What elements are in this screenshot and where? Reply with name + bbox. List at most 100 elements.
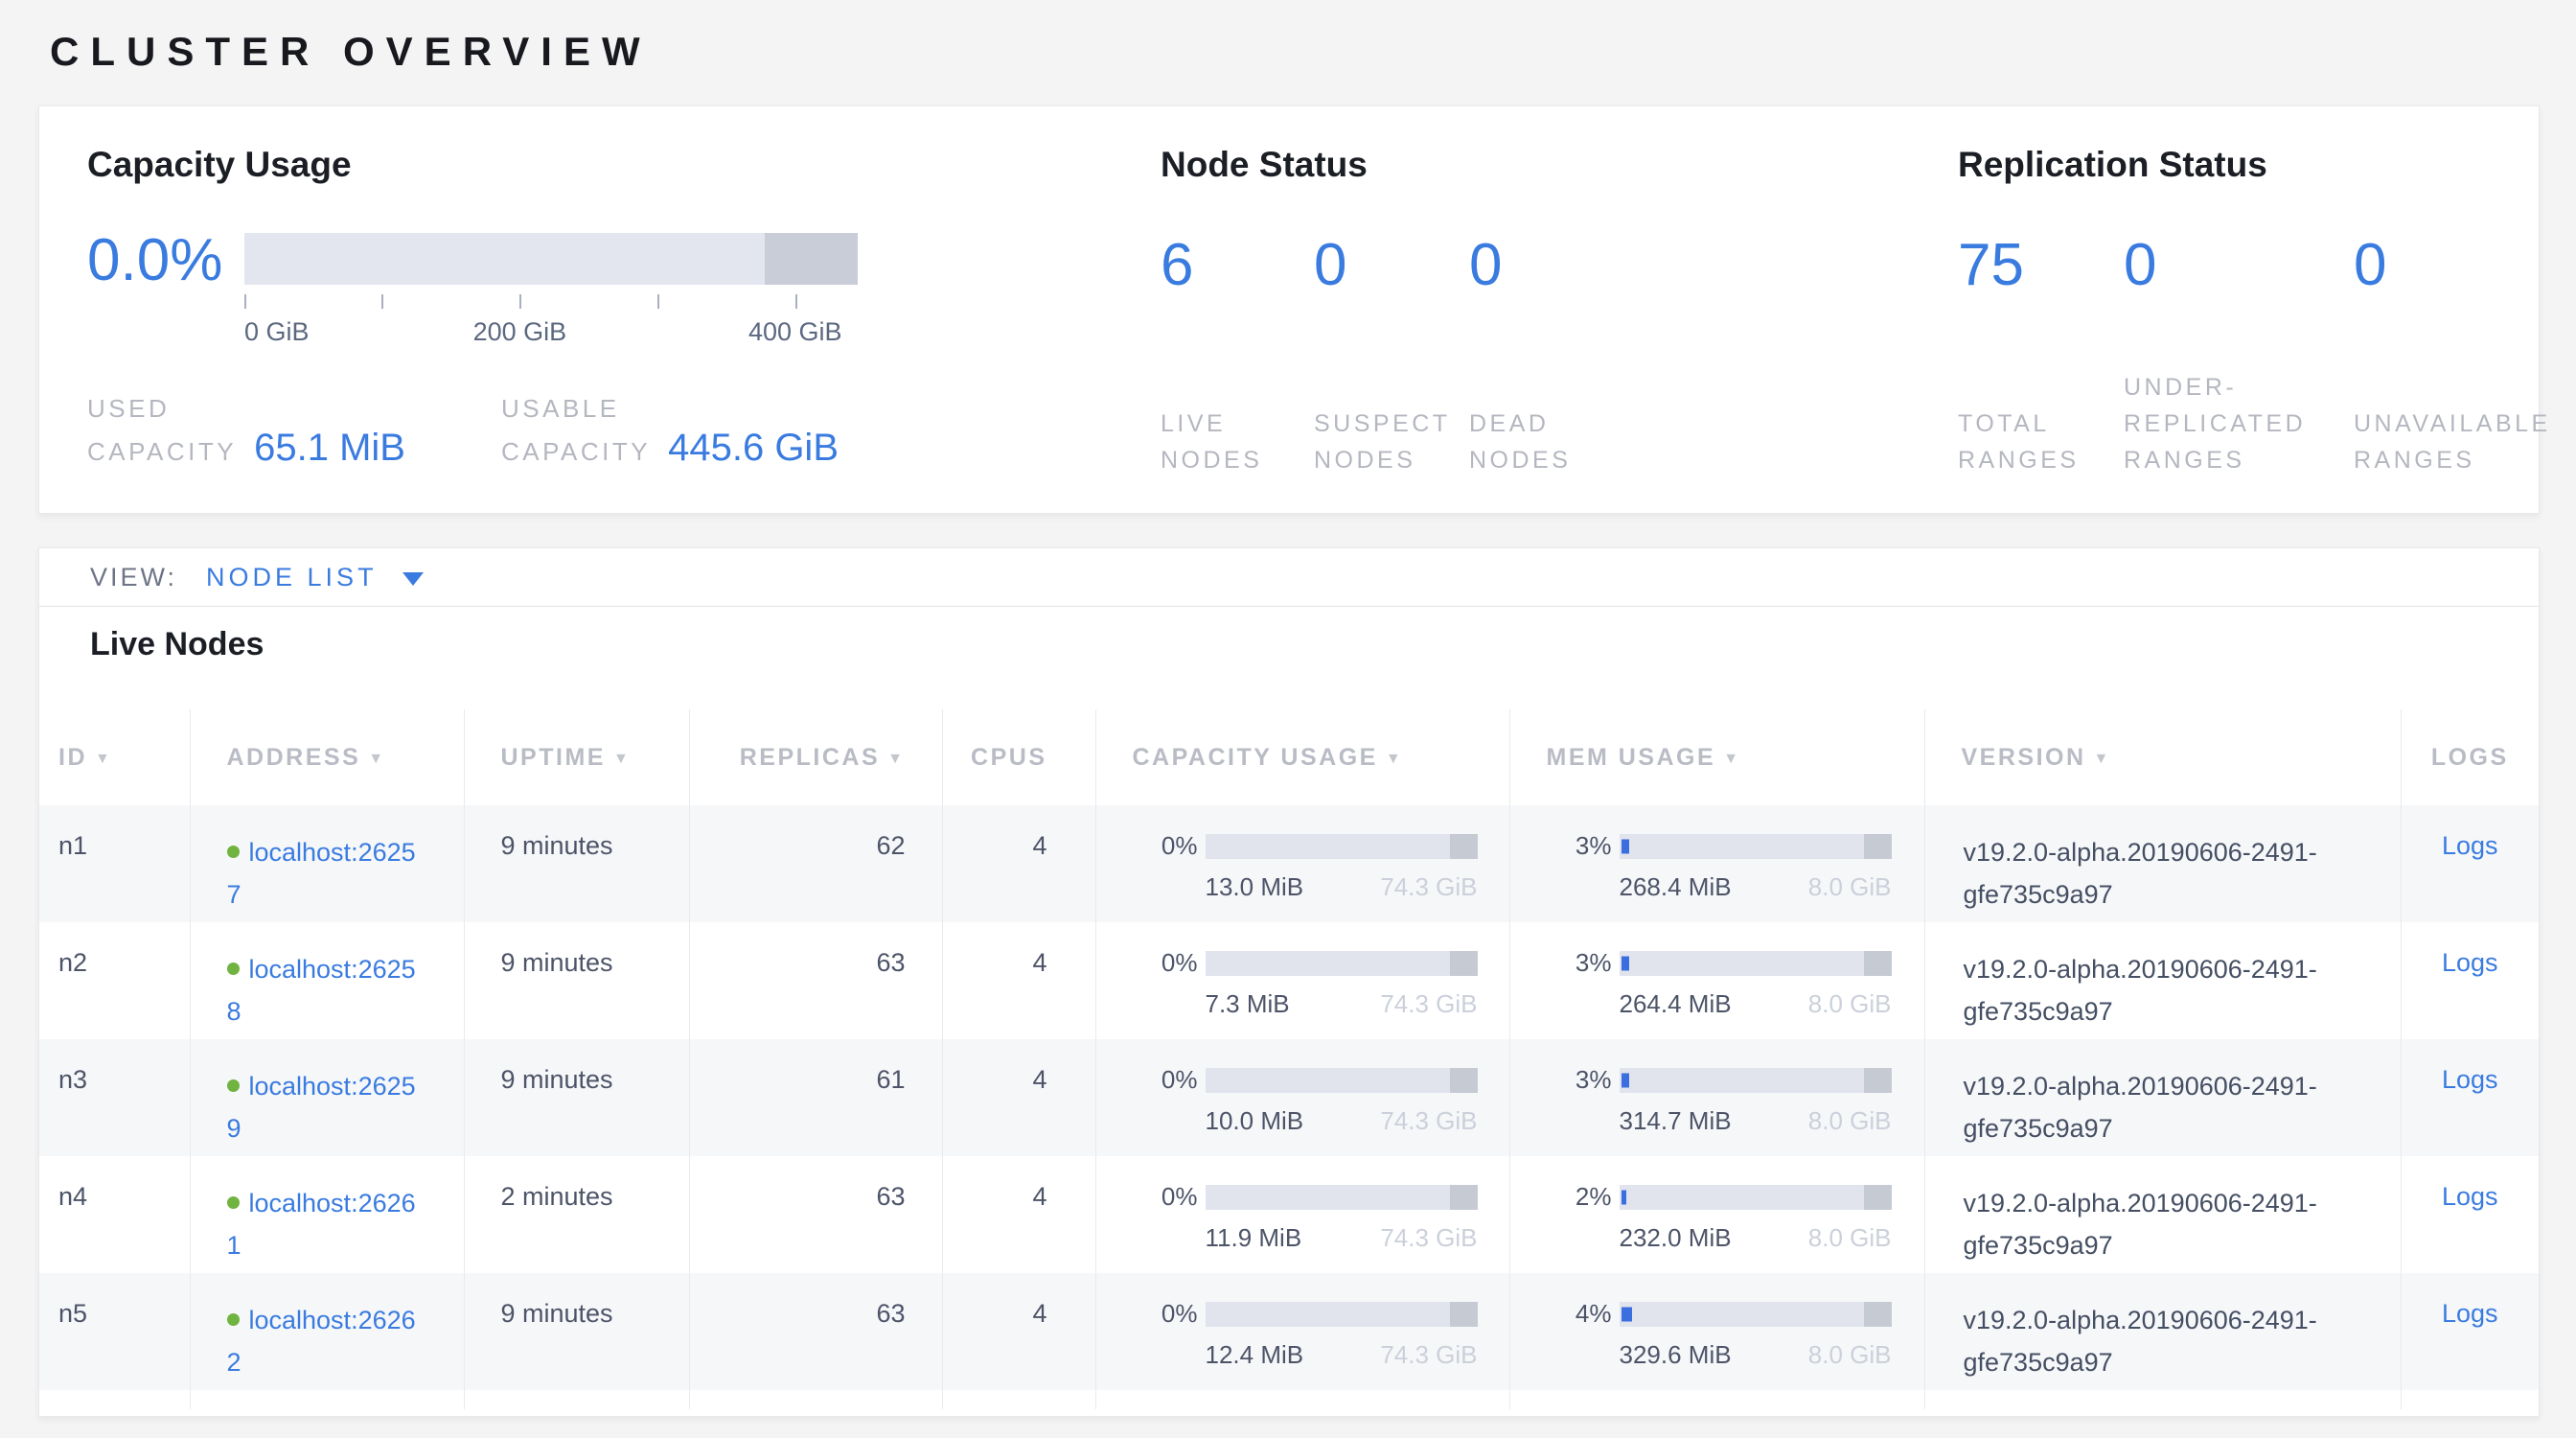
node-capacity-usage-cell: 0% 12.4 MiB 74.3 GiB — [1095, 1273, 1509, 1390]
sort-arrow-icon: ▼ — [2094, 751, 2111, 767]
column-header-replicas[interactable]: REPLICAS▼ — [689, 709, 942, 805]
capacity-bar-reserved-segment — [1450, 1068, 1477, 1093]
node-capacity-usage-cell: 0% 11.9 MiB 74.3 GiB — [1095, 1156, 1509, 1273]
live-nodes-title: Live Nodes — [90, 626, 2539, 663]
node-cpus-cell: 4 — [942, 1156, 1095, 1273]
usable-capacity-label-line1: USABLE — [501, 390, 915, 427]
capacity-total-value: 74.3 GiB — [1380, 1223, 1477, 1253]
capacity-usage-bar — [1206, 834, 1478, 859]
capacity-total-value: 74.3 GiB — [1380, 989, 1477, 1019]
mem-used-value: 314.7 MiB — [1620, 1106, 1732, 1136]
total-ranges-stat: 75 TOTAL RANGES — [1958, 235, 2124, 478]
usable-capacity-value: 445.6 GiB — [668, 427, 839, 470]
capacity-usage-bar — [1206, 1068, 1478, 1093]
node-uptime-cell: 9 minutes — [464, 922, 689, 1039]
capacity-bar-track — [244, 233, 858, 285]
logs-link[interactable]: Logs — [2442, 1065, 2498, 1094]
node-mem-usage-cell: 3% 264.4 MiB 8.0 GiB — [1509, 922, 1924, 1039]
summary-card: Capacity Usage 0.0% 0 GiB 200 GiB 400 Gi… — [38, 105, 2540, 514]
capacity-usage-bar — [1206, 951, 1478, 976]
replication-status-section: Replication Status 75 TOTAL RANGES 0 UND… — [1958, 145, 2555, 513]
node-logs-cell: Logs — [2401, 922, 2539, 1039]
used-capacity-label-line2: CAPACITY — [87, 430, 237, 473]
node-address-link[interactable]: localhost:26257 — [227, 831, 419, 916]
axis-label-0gib: 0 GiB — [244, 317, 310, 347]
node-logs-cell: Logs — [2401, 805, 2539, 922]
suspect-nodes-count: 0 — [1314, 235, 1469, 296]
mem-used-value: 268.4 MiB — [1620, 872, 1732, 902]
mem-used-value: 232.0 MiB — [1620, 1223, 1732, 1253]
node-id-cell: n1 — [39, 805, 190, 922]
used-capacity-value: 65.1 MiB — [254, 427, 405, 470]
node-replicas-cell: 63 — [689, 1156, 942, 1273]
node-address-cell: localhost:26257 — [190, 805, 464, 922]
logs-link[interactable]: Logs — [2442, 831, 2498, 860]
node-id-cell: n5 — [39, 1273, 190, 1390]
node-address-cell: localhost:26259 — [190, 1039, 464, 1156]
node-logs-cell: Logs — [2401, 1156, 2539, 1273]
capacity-bar-chart: 0 GiB 200 GiB 400 GiB — [244, 233, 858, 348]
under-replicated-ranges-count: 0 — [2124, 235, 2354, 296]
used-capacity-label-line1: USED — [87, 390, 501, 427]
node-address-link[interactable]: localhost:26258 — [227, 948, 419, 1032]
suspect-nodes-label: SUSPECT NODES — [1314, 296, 1469, 478]
page-header: CLUSTER OVERVIEW — [0, 0, 2576, 105]
capacity-used-value: 10.0 MiB — [1206, 1106, 1304, 1136]
axis-label-400gib: 400 GiB — [748, 317, 842, 347]
mem-total-value: 8.0 GiB — [1808, 872, 1892, 902]
table-row: n5 localhost:26262 9 minutes 63 4 0% 12.… — [39, 1273, 2539, 1390]
node-version-cell: v19.2.0-alpha.20190606-2491-gfe735c9a97 — [1924, 1156, 2401, 1273]
node-address-cell: localhost:26258 — [190, 922, 464, 1039]
node-address-link[interactable]: localhost:26259 — [227, 1065, 419, 1149]
capacity-usage-section: Capacity Usage 0.0% 0 GiB 200 GiB 400 Gi… — [87, 145, 1161, 513]
node-capacity-usage-cell: 0% 7.3 MiB 74.3 GiB — [1095, 922, 1509, 1039]
logs-link[interactable]: Logs — [2442, 1182, 2498, 1211]
node-mem-usage-cell: 3% 268.4 MiB 8.0 GiB — [1509, 805, 1924, 922]
capacity-usage-percent: 0% — [1152, 1299, 1198, 1329]
live-nodes-label: LIVE NODES — [1161, 296, 1314, 478]
view-bar: VIEW: NODE LIST — [39, 548, 2539, 607]
mem-bar-reserved-segment — [1864, 834, 1891, 859]
logs-link[interactable]: Logs — [2442, 1299, 2498, 1328]
table-row-partial — [39, 1390, 2539, 1409]
column-header-id[interactable]: ID▼ — [39, 709, 190, 805]
column-header-uptime[interactable]: UPTIME▼ — [464, 709, 689, 805]
mem-used-value: 264.4 MiB — [1620, 989, 1732, 1019]
node-mem-usage-cell: 2% 232.0 MiB 8.0 GiB — [1509, 1156, 1924, 1273]
node-version-cell: v19.2.0-alpha.20190606-2491-gfe735c9a97 — [1924, 1273, 2401, 1390]
node-id-cell: n3 — [39, 1039, 190, 1156]
node-uptime-cell: 2 minutes — [464, 1156, 689, 1273]
node-replicas-cell: 63 — [689, 922, 942, 1039]
node-status-title: Node Status — [1161, 145, 1958, 185]
sort-arrow-icon: ▼ — [95, 751, 112, 767]
column-header-capacity-usage[interactable]: CAPACITY USAGE▼ — [1095, 709, 1509, 805]
node-uptime-cell: 9 minutes — [464, 1273, 689, 1390]
node-replicas-cell: 62 — [689, 805, 942, 922]
mem-bar-fill — [1622, 1190, 1627, 1204]
capacity-total-value: 74.3 GiB — [1380, 1340, 1477, 1370]
node-address-link[interactable]: localhost:26261 — [227, 1182, 419, 1266]
view-label: VIEW: — [90, 563, 177, 592]
capacity-percent: 0.0% — [87, 233, 231, 289]
mem-bar-reserved-segment — [1864, 951, 1891, 976]
logs-link[interactable]: Logs — [2442, 948, 2498, 977]
node-cpus-cell: 4 — [942, 922, 1095, 1039]
capacity-bar-reserved-segment — [1450, 834, 1477, 859]
capacity-usage-percent: 0% — [1152, 1065, 1198, 1095]
capacity-axis-labels: 0 GiB 200 GiB 400 GiB — [244, 317, 858, 348]
usable-capacity-label-line2: CAPACITY — [501, 430, 651, 473]
capacity-bar-reserved-segment — [1450, 1302, 1477, 1327]
sort-arrow-icon: ▼ — [613, 751, 631, 767]
dead-nodes-label: DEAD NODES — [1469, 296, 1661, 478]
node-version-cell: v19.2.0-alpha.20190606-2491-gfe735c9a97 — [1924, 922, 2401, 1039]
node-mem-usage-cell: 4% 329.6 MiB 8.0 GiB — [1509, 1273, 1924, 1390]
view-selector-dropdown[interactable]: NODE LIST — [206, 563, 424, 592]
healthy-status-dot-icon — [227, 1079, 240, 1092]
mem-usage-bar — [1620, 951, 1892, 976]
column-header-version[interactable]: VERSION▼ — [1924, 709, 2401, 805]
node-replicas-cell: 61 — [689, 1039, 942, 1156]
column-header-mem-usage[interactable]: MEM USAGE▼ — [1509, 709, 1924, 805]
node-address-link[interactable]: localhost:26262 — [227, 1299, 419, 1383]
node-replicas-cell: 63 — [689, 1273, 942, 1390]
column-header-address[interactable]: ADDRESS▼ — [190, 709, 464, 805]
